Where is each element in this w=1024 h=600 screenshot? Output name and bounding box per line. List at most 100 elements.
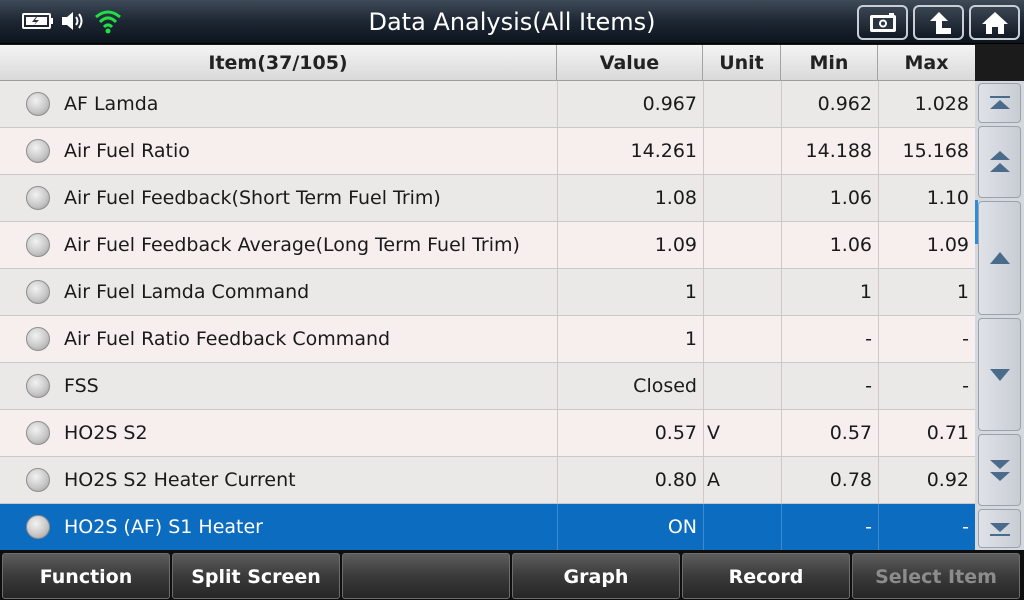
table-row-selected[interactable]: HO2S (AF) S1 Heater ON - - bbox=[0, 504, 975, 551]
item-unit bbox=[703, 128, 781, 174]
table-row[interactable]: AF Lamda 0.967 0.962 1.028 bbox=[0, 81, 975, 128]
item-name: Air Fuel Feedback(Short Term Fuel Trim) bbox=[64, 187, 441, 209]
item-name: Air Fuel Lamda Command bbox=[64, 281, 310, 303]
row-radio[interactable] bbox=[26, 421, 50, 445]
item-name: Air Fuel Feedback Average(Long Term Fuel… bbox=[64, 234, 520, 256]
screenshot-button[interactable] bbox=[857, 5, 908, 40]
item-min: - bbox=[781, 363, 878, 409]
double-up-icon bbox=[989, 151, 1010, 172]
down-arrow-icon bbox=[989, 368, 1010, 381]
item-unit bbox=[703, 269, 781, 315]
row-radio[interactable] bbox=[26, 374, 50, 398]
item-max: - bbox=[878, 316, 975, 362]
table-header: Item(37/105) Value Unit Min Max bbox=[0, 45, 975, 81]
item-value: Closed bbox=[557, 363, 703, 409]
line-up-button[interactable] bbox=[978, 201, 1021, 315]
table-row[interactable]: Air Fuel Lamda Command 1 1 1 bbox=[0, 269, 975, 316]
column-header-value: Value bbox=[557, 45, 703, 81]
data-table: Item(37/105) Value Unit Min Max AF Lamda… bbox=[0, 45, 975, 551]
row-radio[interactable] bbox=[26, 280, 50, 304]
table-row[interactable]: Air Fuel Feedback(Short Term Fuel Trim) … bbox=[0, 175, 975, 222]
item-max: 1.09 bbox=[878, 222, 975, 268]
home-icon bbox=[981, 11, 1008, 34]
item-value: 1.08 bbox=[557, 175, 703, 221]
table-row[interactable]: Air Fuel Ratio Feedback Command 1 - - bbox=[0, 316, 975, 363]
item-value: 0.967 bbox=[557, 81, 703, 127]
row-radio[interactable] bbox=[26, 515, 50, 539]
row-radio[interactable] bbox=[26, 92, 50, 116]
line-down-button[interactable] bbox=[978, 318, 1021, 431]
table-row[interactable]: Air Fuel Ratio 14.261 14.188 15.168 bbox=[0, 128, 975, 175]
item-unit bbox=[703, 363, 781, 409]
select-item-button[interactable]: Select Item bbox=[852, 553, 1020, 599]
scroll-position-indicator bbox=[975, 200, 978, 244]
column-header-item[interactable]: Item(37/105) bbox=[0, 45, 557, 81]
item-name: HO2S (AF) S1 Heater bbox=[64, 516, 263, 538]
function-button[interactable]: Function bbox=[2, 553, 170, 599]
item-name: HO2S S2 Heater Current bbox=[64, 469, 296, 491]
item-unit bbox=[703, 504, 781, 550]
return-arrow-icon bbox=[929, 11, 951, 34]
item-value: 0.57 bbox=[557, 410, 703, 456]
item-max: - bbox=[878, 363, 975, 409]
scroll-top-button[interactable] bbox=[978, 83, 1021, 123]
item-min: 0.57 bbox=[781, 410, 878, 456]
item-unit bbox=[703, 222, 781, 268]
page-up-button[interactable] bbox=[978, 126, 1021, 198]
graph-button[interactable]: Graph bbox=[512, 553, 680, 599]
scroll-controls bbox=[975, 81, 1024, 550]
page-down-button[interactable] bbox=[978, 434, 1021, 506]
camera-icon bbox=[869, 12, 896, 32]
item-value: 1 bbox=[557, 269, 703, 315]
row-radio[interactable] bbox=[26, 139, 50, 163]
double-down-icon bbox=[989, 460, 1010, 481]
item-unit: V bbox=[703, 410, 781, 456]
item-name: HO2S S2 bbox=[64, 422, 148, 444]
split-screen-button[interactable]: Split Screen bbox=[172, 553, 340, 599]
bottom-toolbar: Function Split Screen Graph Record Selec… bbox=[0, 550, 1024, 600]
item-value: 14.261 bbox=[557, 128, 703, 174]
scroll-bottom-button[interactable] bbox=[978, 509, 1021, 548]
table-row[interactable]: FSS Closed - - bbox=[0, 363, 975, 410]
row-radio[interactable] bbox=[26, 468, 50, 492]
item-max: 1 bbox=[878, 269, 975, 315]
item-max: 1.028 bbox=[878, 81, 975, 127]
item-max: 1.10 bbox=[878, 175, 975, 221]
home-button[interactable] bbox=[969, 5, 1020, 40]
item-name: AF Lamda bbox=[64, 93, 159, 115]
row-radio[interactable] bbox=[26, 327, 50, 351]
item-min: - bbox=[781, 504, 878, 550]
item-value: 0.80 bbox=[557, 457, 703, 503]
row-radio[interactable] bbox=[26, 233, 50, 257]
item-max: 0.92 bbox=[878, 457, 975, 503]
blank-button[interactable] bbox=[342, 553, 510, 599]
scroll-to-top-icon bbox=[989, 96, 1010, 109]
row-radio[interactable] bbox=[26, 186, 50, 210]
item-unit: A bbox=[703, 457, 781, 503]
item-min: 1.06 bbox=[781, 222, 878, 268]
table-row[interactable]: HO2S S2 Heater Current 0.80 A 0.78 0.92 bbox=[0, 457, 975, 504]
item-max: 0.71 bbox=[878, 410, 975, 456]
item-name: Air Fuel Ratio Feedback Command bbox=[64, 328, 391, 350]
column-header-unit: Unit bbox=[703, 45, 781, 81]
item-min: 14.188 bbox=[781, 128, 878, 174]
item-unit bbox=[703, 81, 781, 127]
item-min: 0.962 bbox=[781, 81, 878, 127]
table-row[interactable]: Air Fuel Feedback Average(Long Term Fuel… bbox=[0, 222, 975, 269]
item-name: FSS bbox=[64, 375, 99, 397]
item-max: 15.168 bbox=[878, 128, 975, 174]
back-button[interactable] bbox=[913, 5, 964, 40]
item-unit bbox=[703, 175, 781, 221]
item-min: 1.06 bbox=[781, 175, 878, 221]
item-value: 1.09 bbox=[557, 222, 703, 268]
record-button[interactable]: Record bbox=[682, 553, 850, 599]
item-min: 1 bbox=[781, 269, 878, 315]
item-min: - bbox=[781, 316, 878, 362]
column-header-min: Min bbox=[781, 45, 878, 81]
item-name: Air Fuel Ratio bbox=[64, 140, 190, 162]
scroll-to-bottom-icon bbox=[989, 522, 1010, 536]
table-row[interactable]: HO2S S2 0.57 V 0.57 0.71 bbox=[0, 410, 975, 457]
column-header-max: Max bbox=[904, 52, 949, 74]
item-value: ON bbox=[557, 504, 703, 550]
item-value: 1 bbox=[557, 316, 703, 362]
